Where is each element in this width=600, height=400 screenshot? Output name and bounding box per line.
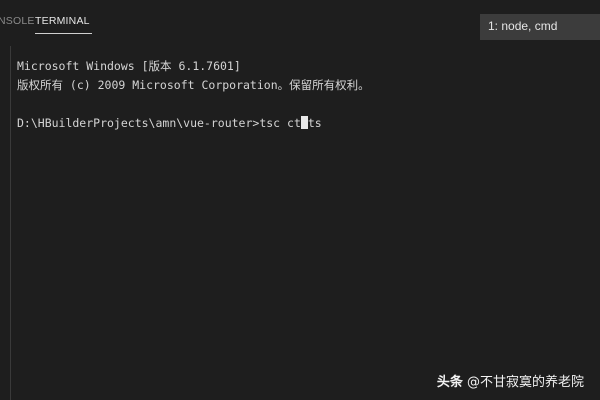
- text-cursor: [300, 116, 308, 129]
- terminal-command-line[interactable]: D:\HBuilderProjects\amn\vue-router>tsc c…: [17, 114, 597, 133]
- terminal-line-copyright: 版权所有 (c) 2009 Microsoft Corporation。保留所有…: [17, 78, 370, 92]
- watermark-brand: 头条: [436, 375, 463, 390]
- watermark-author: @不甘寂寞的养老院: [462, 375, 584, 390]
- terminal-command-after-cursor: ts: [307, 116, 322, 130]
- panel-header: NSOLE TERMINAL 1: node, cmd: [0, 0, 600, 46]
- tab-debug-console[interactable]: NSOLE: [0, 15, 35, 27]
- watermark: 头条 @不甘寂寞的养老院: [437, 371, 584, 390]
- terminal-line-os-version: Microsoft Windows [版本 6.1.7601]: [17, 59, 241, 73]
- tab-terminal[interactable]: TERMINAL: [35, 15, 90, 27]
- terminal-select-value: 1: node, cmd: [488, 19, 558, 33]
- active-tab-indicator: [35, 33, 92, 34]
- terminal-instance-select[interactable]: 1: node, cmd: [480, 14, 600, 40]
- terminal-prompt: D:\HBuilderProjects\amn\vue-router>: [17, 116, 260, 130]
- panel-left-border: [10, 46, 11, 400]
- terminal-output[interactable]: Microsoft Windows [版本 6.1.7601] 版权所有 (c)…: [17, 57, 597, 133]
- terminal-command-before-cursor: tsc ct: [259, 116, 301, 130]
